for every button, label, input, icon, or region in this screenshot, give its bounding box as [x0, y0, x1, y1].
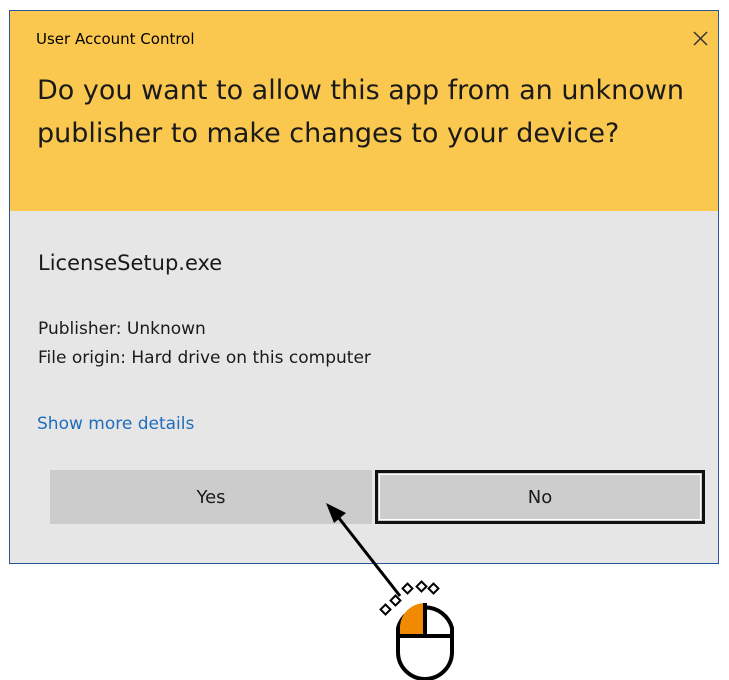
window-title: User Account Control [36, 30, 195, 48]
no-button[interactable]: No [375, 470, 705, 524]
mouse-left-click-icon [379, 580, 454, 680]
no-button-focus-ring [379, 474, 701, 520]
close-icon [693, 31, 708, 46]
dialog-prompt: Do you want to allow this app from an un… [37, 75, 685, 149]
app-name: LicenseSetup.exe [38, 251, 223, 275]
file-origin-text: File origin: Hard drive on this computer [38, 348, 371, 368]
yes-button-label: Yes [196, 486, 226, 508]
show-more-details-link[interactable]: Show more details [37, 414, 194, 434]
page: User Account Control Do you want to allo… [0, 0, 729, 680]
close-button[interactable] [685, 23, 715, 53]
dialog-header: User Account Control Do you want to allo… [10, 11, 718, 211]
uac-dialog: User Account Control Do you want to allo… [9, 10, 719, 564]
publisher-text: Publisher: Unknown [38, 319, 206, 339]
yes-button[interactable]: Yes [50, 470, 372, 524]
